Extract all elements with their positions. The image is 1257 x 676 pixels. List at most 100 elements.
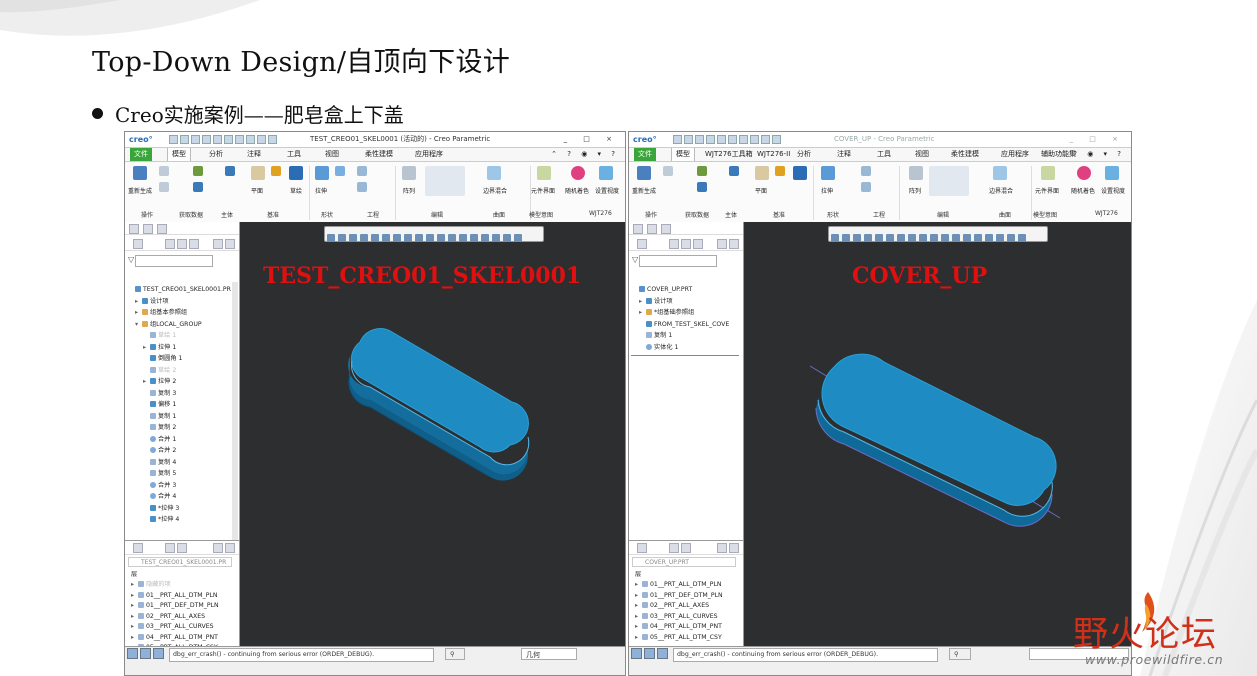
tree-item[interactable]: 复制 3 bbox=[143, 388, 176, 399]
tree-item[interactable]: 复制 1 bbox=[143, 411, 176, 422]
expand-arrow-icon[interactable]: ▸ bbox=[639, 307, 646, 318]
group-operations[interactable]: 操作 bbox=[141, 210, 153, 219]
help-controls[interactable]: ⌃ ? ◉ ▾ ? bbox=[551, 148, 619, 161]
layer-toolbar[interactable] bbox=[125, 541, 239, 555]
group-editing[interactable]: 编辑 bbox=[431, 210, 443, 219]
tree-item[interactable]: ▸ 拉伸 1 bbox=[143, 342, 176, 353]
tree-item[interactable]: *拉伸 3 bbox=[143, 503, 179, 514]
tab-analysis[interactable]: 分析 bbox=[205, 148, 227, 161]
tab-flexible-modeling[interactable]: 柔性建模 bbox=[947, 148, 983, 161]
layer-item[interactable]: ▸ 03__PRT_ALL_CURVES bbox=[635, 611, 718, 622]
window-controls[interactable]: _ □ × bbox=[564, 132, 619, 147]
soap-box-skeleton-model[interactable] bbox=[340, 327, 540, 487]
revolve-icon[interactable] bbox=[335, 166, 345, 176]
group-shapes[interactable]: 形状 bbox=[321, 210, 333, 219]
expand-arrow-icon[interactable]: ▸ bbox=[131, 600, 138, 611]
tree-item[interactable]: 合并 3 bbox=[143, 480, 176, 491]
find-icon[interactable]: ⚲ bbox=[445, 648, 465, 660]
status-icons[interactable] bbox=[127, 648, 166, 661]
regenerate-icon[interactable] bbox=[133, 166, 147, 180]
tab-wjt276-ii[interactable]: WJT276-II bbox=[753, 148, 794, 161]
group-surfaces[interactable]: 曲面 bbox=[493, 210, 505, 219]
hole-icon[interactable] bbox=[357, 166, 367, 176]
get-data-icon[interactable] bbox=[193, 166, 203, 176]
tab-file[interactable]: 文件 bbox=[130, 148, 152, 161]
layer-model-selector[interactable]: COVER_UP.PRT bbox=[632, 557, 736, 567]
extrude-icon[interactable] bbox=[821, 166, 835, 180]
tab-view[interactable]: 视图 bbox=[911, 148, 933, 161]
tree-filter-input[interactable] bbox=[639, 255, 717, 267]
group-wjt276[interactable]: WJT276 bbox=[589, 210, 612, 217]
expand-arrow-icon[interactable]: ▸ bbox=[135, 296, 142, 307]
tab-model[interactable]: 模型 bbox=[167, 148, 191, 161]
component-interface-icon[interactable] bbox=[1041, 166, 1055, 180]
layer-item[interactable]: ▸ 04__PRT_ALL_DTM_PNT bbox=[131, 632, 218, 643]
expand-arrow-icon[interactable]: ▾ bbox=[135, 319, 142, 330]
tree-toolbar[interactable] bbox=[125, 235, 239, 251]
round-icon[interactable] bbox=[357, 182, 367, 192]
layer-item[interactable]: ▸ 03__PRT_ALL_CURVES bbox=[131, 621, 214, 632]
tab-wjt276-toolbox[interactable]: WJT276工具箱 bbox=[701, 148, 757, 161]
tree-item[interactable]: 实体化 1 bbox=[639, 342, 678, 353]
group-model-intent[interactable]: 模型意图 bbox=[529, 210, 553, 219]
graphics-viewport[interactable]: COVER_UP bbox=[744, 222, 1131, 647]
group-get-data[interactable]: 获取数据 bbox=[179, 210, 203, 219]
tree-item[interactable]: 合并 2 bbox=[143, 445, 176, 456]
layer-item[interactable]: ▸ 04__PRT_ALL_DTM_PNT bbox=[635, 621, 722, 632]
tab-model[interactable]: 模型 bbox=[671, 148, 695, 161]
random-color-icon[interactable] bbox=[571, 166, 585, 180]
layer-toolbar[interactable] bbox=[629, 541, 743, 555]
filter-icon[interactable]: ▽ bbox=[632, 255, 638, 264]
component-interface-icon[interactable] bbox=[537, 166, 551, 180]
expand-arrow-icon[interactable]: ▸ bbox=[131, 621, 138, 632]
copy-icon[interactable] bbox=[159, 166, 169, 176]
filter-icon[interactable]: ▽ bbox=[128, 255, 134, 264]
tree-item[interactable]: ▸ 设计项 bbox=[639, 296, 673, 307]
expand-arrow-icon[interactable]: ▸ bbox=[131, 611, 138, 622]
group-get-data[interactable]: 获取数据 bbox=[685, 210, 709, 219]
group-datum[interactable]: 基准 bbox=[773, 210, 785, 219]
navigator-tabs[interactable] bbox=[125, 222, 239, 235]
expand-arrow-icon[interactable]: ▸ bbox=[635, 621, 642, 632]
tree-item[interactable]: *拉伸 4 bbox=[143, 514, 179, 525]
layer-item[interactable]: ▸ 02__PRT_ALL_AXES bbox=[131, 611, 205, 622]
copy-icon[interactable] bbox=[663, 166, 673, 176]
group-engineering[interactable]: 工程 bbox=[873, 210, 885, 219]
tree-item[interactable]: 合并 1 bbox=[143, 434, 176, 445]
expand-arrow-icon[interactable]: ▸ bbox=[131, 579, 138, 590]
find-icon[interactable]: ⚲ bbox=[949, 648, 971, 660]
layer-item[interactable]: ▸ 01__PRT_DEF_DTM_PLN bbox=[635, 590, 723, 601]
layer-item[interactable]: ▸ 01__PRT_ALL_DTM_PLN bbox=[635, 579, 722, 590]
hole-icon[interactable] bbox=[861, 166, 871, 176]
layer-item[interactable]: ▸ 01__PRT_DEF_DTM_PLN bbox=[131, 600, 219, 611]
expand-arrow-icon[interactable]: ▸ bbox=[639, 296, 646, 307]
view-toolbar[interactable] bbox=[828, 226, 1048, 242]
tree-item[interactable]: 复制 4 bbox=[143, 457, 176, 468]
transparency-icon[interactable] bbox=[599, 166, 613, 180]
regenerate-icon[interactable] bbox=[637, 166, 651, 180]
selection-filter[interactable]: 几何 bbox=[521, 648, 577, 660]
edit-tools-icon[interactable] bbox=[929, 166, 969, 196]
edit-tools-icon[interactable] bbox=[425, 166, 465, 196]
group-model-intent[interactable]: 模型意图 bbox=[1033, 210, 1057, 219]
tree-item[interactable]: 倒圆角 1 bbox=[143, 353, 182, 364]
layer-item[interactable]: ▸ 隐藏的项 bbox=[131, 579, 171, 590]
tab-tools[interactable]: 工具 bbox=[283, 148, 305, 161]
view-toolbar[interactable] bbox=[324, 226, 544, 242]
expand-arrow-icon[interactable]: ▸ bbox=[635, 632, 642, 643]
tree-toolbar[interactable] bbox=[629, 235, 743, 251]
expand-arrow-icon[interactable]: ▸ bbox=[635, 579, 642, 590]
copy-geometry-icon[interactable] bbox=[193, 182, 203, 192]
help-controls[interactable]: ⌃ ? ◉ ▾ ? bbox=[1057, 148, 1125, 161]
axis-icon[interactable] bbox=[775, 166, 785, 176]
group-datum[interactable]: 基准 bbox=[267, 210, 279, 219]
expand-arrow-icon[interactable]: ▸ bbox=[143, 376, 150, 387]
group-engineering[interactable]: 工程 bbox=[367, 210, 379, 219]
tree-item[interactable]: ▸ 拉伸 2 bbox=[143, 376, 176, 387]
tree-item[interactable]: 复制 5 bbox=[143, 468, 176, 479]
group-operations[interactable]: 操作 bbox=[645, 210, 657, 219]
extrude-icon[interactable] bbox=[315, 166, 329, 180]
tree-item[interactable]: 复制 2 bbox=[143, 422, 176, 433]
tree-item[interactable]: 复制 1 bbox=[639, 330, 672, 341]
tree-item[interactable]: COVER_UP.PRT bbox=[632, 284, 692, 295]
